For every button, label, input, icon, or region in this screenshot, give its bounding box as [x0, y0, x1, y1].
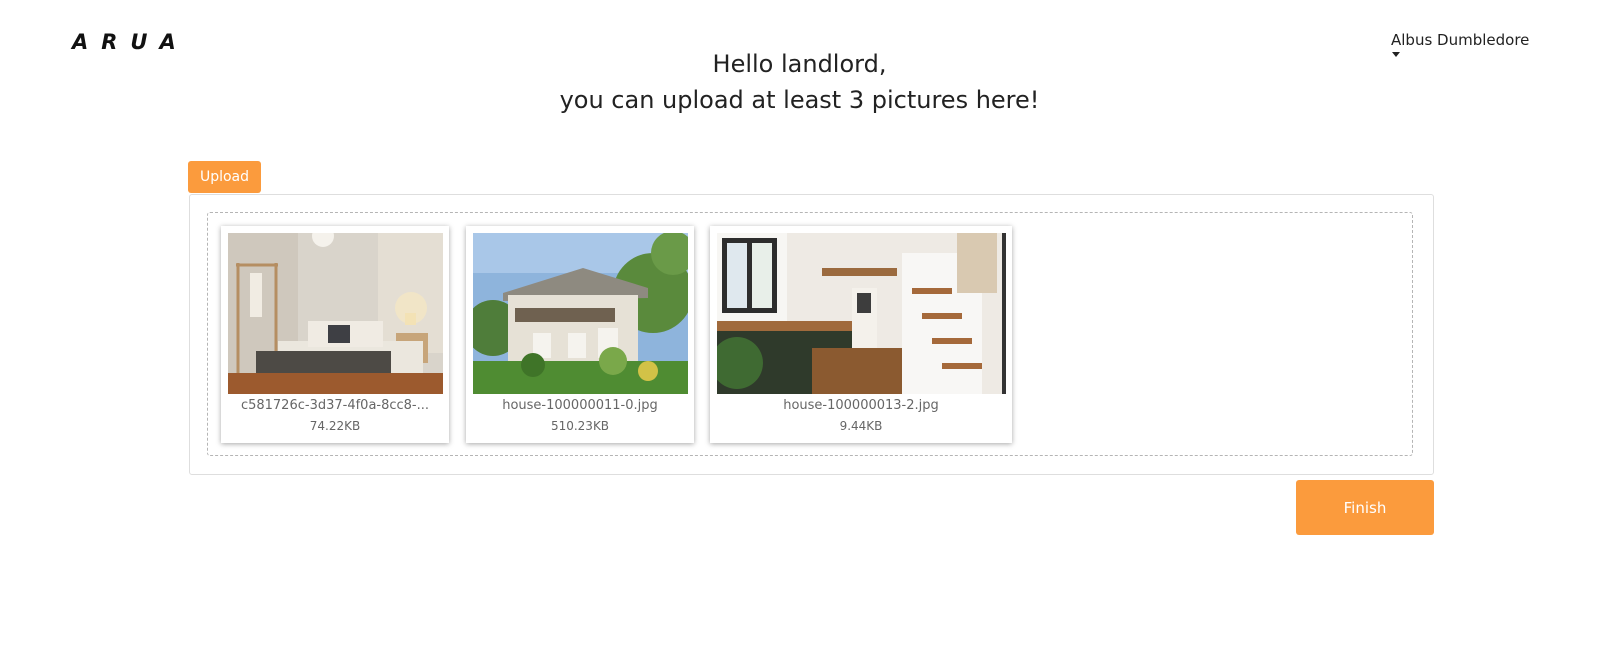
image-card[interactable]: house-100000011-0.jpg 510.23KB	[466, 226, 694, 443]
page-title-line2: you can upload at least 3 pictures here!	[559, 86, 1040, 114]
file-size: 74.22KB	[309, 419, 361, 433]
image-card[interactable]: c581726c-3d37-4f0a-8cc8-... 74.22KB	[221, 226, 449, 443]
image-thumbnail	[473, 233, 688, 394]
image-thumbnail	[228, 233, 443, 394]
finish-button[interactable]: Finish	[1296, 480, 1434, 535]
file-name: c581726c-3d37-4f0a-8cc8-...	[240, 398, 430, 413]
file-size: 9.44KB	[839, 419, 883, 433]
image-card[interactable]: house-100000013-2.jpg 9.44KB	[710, 226, 1012, 443]
file-size: 510.23KB	[550, 419, 610, 433]
image-thumbnail	[717, 233, 1006, 394]
file-name: house-100000013-2.jpg	[783, 398, 939, 413]
page-title-line1: Hello landlord,	[712, 50, 887, 78]
user-name[interactable]: Albus Dumbledore	[1391, 31, 1529, 49]
file-name: house-100000011-0.jpg	[502, 398, 658, 413]
upload-button[interactable]: Upload	[188, 161, 261, 193]
